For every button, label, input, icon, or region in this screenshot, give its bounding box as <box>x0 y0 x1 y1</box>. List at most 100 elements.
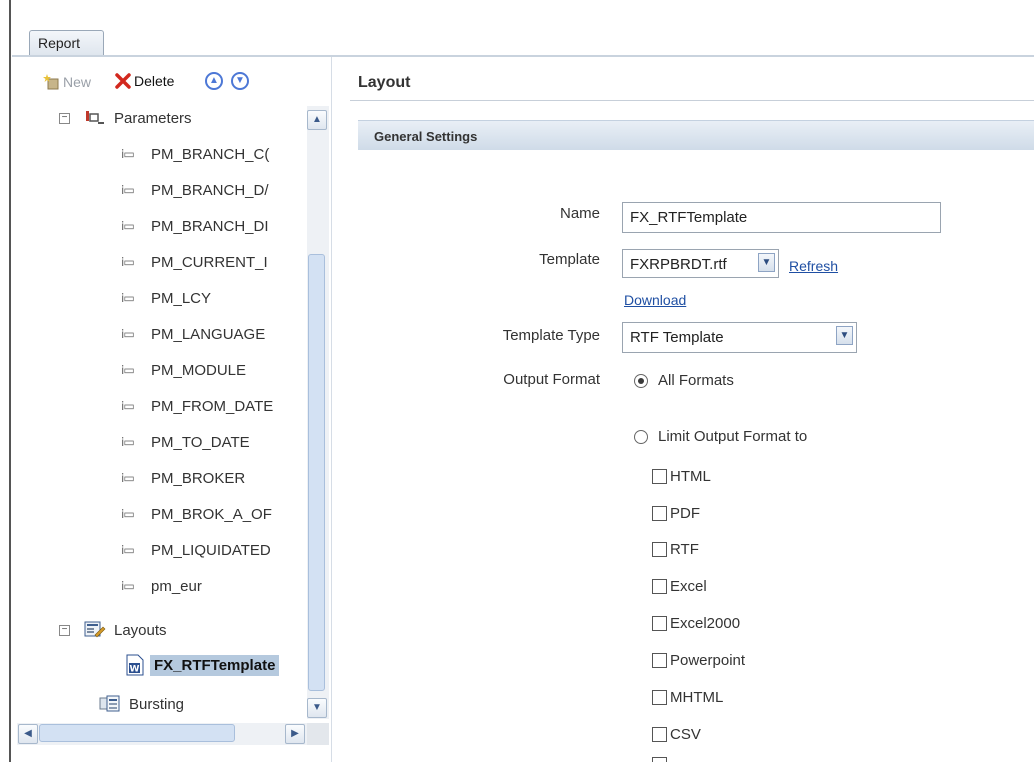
param-label: PM_TO_DATE <box>151 433 250 451</box>
tree-node-bursting[interactable]: Bursting <box>99 692 184 716</box>
tree-param-item[interactable]: ⅰ▭ PM_LCY <box>121 286 211 310</box>
template-select-value: FXRPBRDT.rtf <box>630 256 727 273</box>
scrollbar-corner <box>307 723 329 745</box>
radio-unselected-icon[interactable] <box>634 429 648 444</box>
parameter-icon: ⅰ▭ <box>121 507 135 521</box>
template-type-select[interactable]: RTF Template ▼ <box>622 322 857 353</box>
scroll-left-icon[interactable]: ◀ <box>18 724 38 744</box>
scroll-right-icon[interactable]: ▶ <box>285 724 305 744</box>
scroll-down-icon[interactable]: ▼ <box>307 698 327 718</box>
parameter-icon: ⅰ▭ <box>121 435 135 449</box>
tree-param-item[interactable]: ⅰ▭ PM_BRANCH_DI <box>121 214 269 238</box>
tree-param-item[interactable]: ⅰ▭ PM_MODULE <box>121 358 246 382</box>
tree-param-item[interactable]: ⅰ▭ PM_FROM_DATE <box>121 394 273 418</box>
checkbox[interactable] <box>652 542 667 557</box>
parameter-icon: ⅰ▭ <box>121 399 135 413</box>
param-label: PM_MODULE <box>151 361 247 379</box>
delete-button[interactable]: Delete <box>115 73 174 89</box>
template-label: Template <box>539 251 600 268</box>
tree-node-label: Bursting <box>129 695 185 713</box>
tree-node-layouts[interactable]: − Layouts <box>59 618 167 642</box>
download-link[interactable]: Download <box>624 292 686 308</box>
format-label: PDF <box>670 505 700 522</box>
name-input[interactable] <box>622 202 941 233</box>
parameter-icon: ⅰ▭ <box>121 579 135 593</box>
parameter-icon: ⅰ▭ <box>121 219 135 233</box>
radio-selected-icon[interactable] <box>634 373 648 388</box>
limit-output-radio[interactable]: Limit Output Format to <box>634 428 807 445</box>
tree-param-item[interactable]: ⅰ▭ PM_BRANCH_C( <box>121 142 269 166</box>
tab-report[interactable]: Report <box>29 30 104 55</box>
layouts-icon <box>84 621 106 638</box>
parameter-icon: ⅰ▭ <box>121 543 135 557</box>
template-type-label: Template Type <box>502 327 600 344</box>
parameter-icon: ⅰ▭ <box>121 291 135 305</box>
all-formats-label: All Formats <box>658 372 734 389</box>
tree-horizontal-scrollbar[interactable]: ◀ ▶ <box>17 723 307 745</box>
format-checkbox-powerpoint[interactable]: Powerpoint <box>652 652 745 669</box>
layout-title: Layout <box>358 74 411 91</box>
collapse-icon[interactable]: − <box>59 112 70 124</box>
delete-icon <box>115 73 131 89</box>
checkbox[interactable] <box>652 653 667 668</box>
format-checkbox-mhtml[interactable]: MHTML <box>652 689 723 706</box>
param-label: PM_BRANCH_DI <box>151 217 269 235</box>
format-label: Powerpoint <box>670 652 746 669</box>
parameter-icon: ⅰ▭ <box>121 183 135 197</box>
format-checkbox-pdf[interactable]: PDF <box>652 505 700 522</box>
window-edge <box>9 0 11 762</box>
format-checkbox-csv[interactable]: CSV <box>652 726 701 743</box>
checkbox[interactable] <box>652 690 667 705</box>
tree-param-item[interactable]: ⅰ▭ PM_BROKER <box>121 466 245 490</box>
checkbox-partial[interactable] <box>652 757 667 762</box>
param-label: PM_CURRENT_I <box>151 253 268 271</box>
report-tree: − Parameters ⅰ▭ PM_BRANCH_C( ⅰ▭ PM_BRANCH_… <box>17 100 307 720</box>
tab-report-label: Report <box>38 35 81 51</box>
param-label: PM_BROK_A_OF <box>151 505 272 523</box>
param-label: PM_LANGUAGE <box>151 325 266 343</box>
refresh-link[interactable]: Refresh <box>789 258 838 274</box>
collapse-icon[interactable]: − <box>59 624 70 636</box>
general-settings-header: General Settings <box>358 120 1034 150</box>
vertical-scroll-thumb[interactable] <box>308 254 325 691</box>
param-label: PM_BROKER <box>151 469 246 487</box>
tree-node-parameters[interactable]: − Parameters <box>59 106 192 130</box>
tree-param-item[interactable]: ⅰ▭ PM_LIQUIDATED <box>121 538 271 562</box>
parameter-icon: ⅰ▭ <box>121 255 135 269</box>
word-document-icon: W <box>126 654 144 676</box>
tree-vertical-scrollbar[interactable]: ▲ ▼ <box>307 106 329 719</box>
chevron-down-icon[interactable]: ▼ <box>758 253 775 272</box>
layout-item-label: FX_RTFTemplate <box>150 654 280 676</box>
scroll-up-icon[interactable]: ▲ <box>307 110 327 130</box>
checkbox[interactable] <box>652 579 667 594</box>
tree-param-item[interactable]: ⅰ▭ PM_BROK_A_OF <box>121 502 272 526</box>
tree-layout-item-selected[interactable]: W FX_RTFTemplate <box>124 653 280 677</box>
parameter-icon: ⅰ▭ <box>121 147 135 161</box>
format-label: RTF <box>670 541 699 558</box>
tree-param-item[interactable]: ⅰ▭ PM_TO_DATE <box>121 430 250 454</box>
move-down-icon[interactable]: ▼ <box>231 72 249 90</box>
delete-button-label: Delete <box>134 73 175 89</box>
checkbox[interactable] <box>652 616 667 631</box>
checkbox[interactable] <box>652 506 667 521</box>
new-button[interactable]: New <box>42 73 91 91</box>
checkbox[interactable] <box>652 469 667 484</box>
format-checkbox-html[interactable]: HTML <box>652 468 711 485</box>
format-label: Excel2000 <box>670 615 741 632</box>
all-formats-radio[interactable]: All Formats <box>634 372 734 389</box>
chevron-down-icon[interactable]: ▼ <box>836 326 853 345</box>
param-label: PM_LIQUIDATED <box>151 541 271 559</box>
template-select[interactable]: FXRPBRDT.rtf ▼ <box>622 249 779 278</box>
bursting-icon <box>99 695 120 712</box>
tree-param-item[interactable]: ⅰ▭ PM_CURRENT_I <box>121 250 268 274</box>
move-up-icon[interactable]: ▲ <box>205 72 223 90</box>
format-checkbox-excel[interactable]: Excel <box>652 578 707 595</box>
format-checkbox-excel2000[interactable]: Excel2000 <box>652 615 740 632</box>
tree-param-item[interactable]: ⅰ▭ PM_BRANCH_D/ <box>121 178 269 202</box>
tree-param-item[interactable]: ⅰ▭ pm_eur <box>121 574 202 598</box>
format-checkbox-rtf[interactable]: RTF <box>652 541 699 558</box>
tree-param-item[interactable]: ⅰ▭ PM_LANGUAGE <box>121 322 265 346</box>
horizontal-scroll-thumb[interactable] <box>39 724 235 742</box>
parameter-icon: ⅰ▭ <box>121 471 135 485</box>
checkbox[interactable] <box>652 727 667 742</box>
